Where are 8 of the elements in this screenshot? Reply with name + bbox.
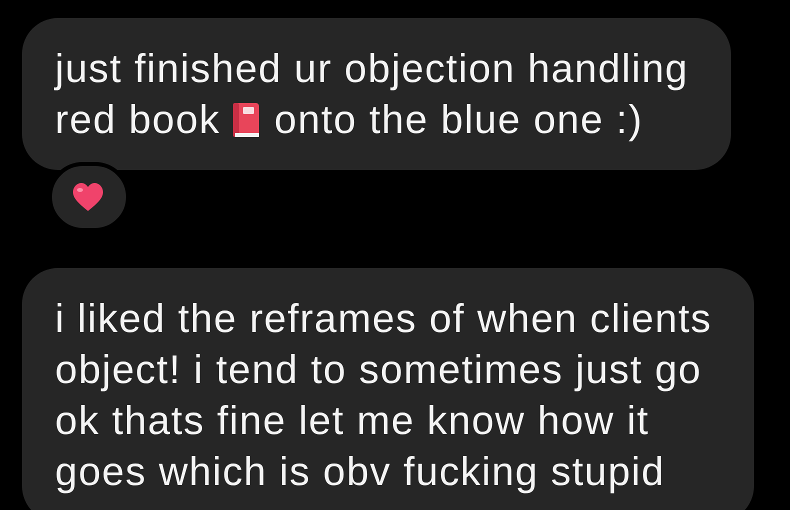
heart-icon bbox=[72, 182, 106, 212]
message-text: just finished ur objection handling bbox=[55, 46, 689, 93]
message-text: object! i tend to sometimes just go bbox=[55, 347, 702, 394]
message-text: i liked the reframes of when clients bbox=[55, 296, 712, 343]
message-text: red book bbox=[55, 97, 220, 144]
message-text: goes which is obv fucking stupid bbox=[55, 449, 665, 496]
message-text: ok thats fine let me know how it bbox=[55, 398, 650, 445]
message-text: onto the blue one :) bbox=[274, 97, 643, 144]
